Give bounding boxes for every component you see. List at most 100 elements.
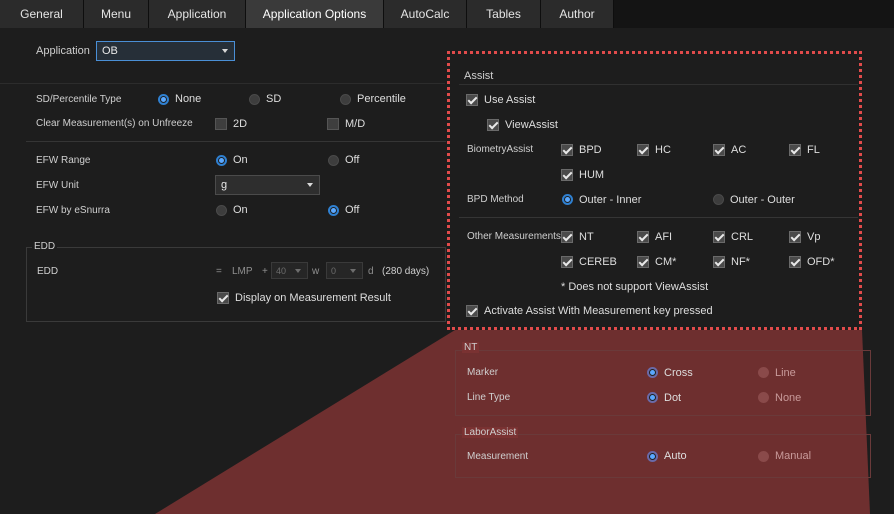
application-select[interactable]: OB (96, 41, 235, 61)
radio-outer-outer[interactable] (713, 194, 724, 205)
radio-percentile-label: Percentile (357, 93, 406, 105)
radio-efw-range-on-label: On (233, 154, 248, 166)
radio-esnurra-on-label: On (233, 204, 248, 216)
checkbox-fl[interactable] (789, 144, 801, 156)
display-edd-label: Display on Measurement Result (235, 292, 391, 304)
bpd-method-label: BPD Method (467, 194, 524, 205)
ofd-label: OFD* (807, 256, 835, 268)
checkbox-2d[interactable] (215, 118, 227, 130)
checkbox-crl[interactable] (713, 231, 725, 243)
checkbox-ac[interactable] (713, 144, 725, 156)
cm-label: CM* (655, 256, 677, 268)
checkbox-hc[interactable] (637, 144, 649, 156)
labor-assist-title: LaborAssist (462, 427, 519, 438)
radio-esnurra-off[interactable] (328, 205, 339, 216)
checkbox-vp[interactable] (789, 231, 801, 243)
radio-efw-range-on[interactable] (216, 155, 227, 166)
ac-label: AC (731, 144, 747, 156)
checkbox-nt[interactable] (561, 231, 573, 243)
hum-label: HUM (579, 169, 605, 181)
radio-line-none-label: None (775, 392, 802, 404)
checkbox-view-assist[interactable] (487, 119, 499, 131)
radio-outer-inner[interactable] (562, 194, 573, 205)
nt-label: NT (579, 231, 594, 243)
radio-sd[interactable] (249, 94, 260, 105)
radio-marker-cross[interactable] (647, 367, 658, 378)
checkbox-md[interactable] (327, 118, 339, 130)
efw-range-label: EFW Range (36, 155, 91, 166)
edd-weeks-value: 40 (276, 265, 287, 276)
edd-title: EDD (32, 241, 58, 252)
checkbox-use-assist[interactable] (466, 94, 478, 106)
labor-measurement-label: Measurement (467, 451, 529, 462)
checkbox-bpd[interactable] (561, 144, 573, 156)
sd-percentile-label: SD/Percentile Type (36, 94, 122, 105)
chevron-down-icon (350, 268, 356, 273)
line-type-label: Line Type (467, 392, 511, 403)
edd-days-select[interactable]: 0 (326, 262, 363, 279)
crl-label: CRL (731, 231, 754, 243)
tab-tables[interactable]: Tables (467, 0, 541, 28)
checkbox-cm[interactable] (637, 256, 649, 268)
fl-label: FL (807, 144, 820, 156)
hc-label: HC (655, 144, 671, 156)
application-select-value: OB (102, 45, 118, 57)
checkbox-cereb[interactable] (561, 256, 573, 268)
efw-unit-select[interactable]: g (215, 175, 320, 195)
tab-bar: General Menu Application Application Opt… (0, 0, 894, 28)
nt-panel (455, 350, 871, 416)
tab-author[interactable]: Author (541, 0, 614, 28)
radio-labor-auto[interactable] (647, 451, 658, 462)
divider (459, 217, 858, 218)
radio-marker-line[interactable] (758, 367, 769, 378)
radio-line-none[interactable] (758, 392, 769, 403)
radio-line-dot[interactable] (647, 392, 658, 403)
edd-plus: + (262, 266, 268, 277)
radio-labor-manual[interactable] (758, 451, 769, 462)
radio-efw-range-off-label: Off (345, 154, 360, 166)
divider (459, 84, 858, 85)
edd-d: d (368, 266, 374, 277)
checkbox-activate-assist[interactable] (466, 305, 478, 317)
checkbox-ofd[interactable] (789, 256, 801, 268)
application-label: Application (36, 45, 90, 57)
radio-sd-label: SD (266, 93, 282, 105)
edd-w: w (312, 266, 320, 277)
radio-line-dot-label: Dot (664, 392, 682, 404)
radio-efw-range-off[interactable] (328, 155, 339, 166)
nf-label: NF* (731, 256, 750, 268)
tab-application-options[interactable]: Application Options (246, 0, 384, 28)
chevron-down-icon (307, 183, 313, 187)
radio-labor-auto-label: Auto (664, 450, 687, 462)
afi-label: AFI (655, 231, 673, 243)
efw-esnurra-label: EFW by eSnurra (36, 205, 110, 216)
tab-autocalc[interactable]: AutoCalc (384, 0, 467, 28)
marker-label: Marker (467, 367, 499, 378)
edd-total: (280 days) (382, 266, 430, 277)
tab-menu[interactable]: Menu (84, 0, 149, 28)
checkbox-2d-label: 2D (233, 118, 248, 130)
radio-esnurra-on[interactable] (216, 205, 227, 216)
radio-percentile[interactable] (340, 94, 351, 105)
nt-title: NT (462, 342, 480, 353)
radio-none[interactable] (158, 94, 169, 105)
divider (0, 83, 445, 84)
checkbox-hum[interactable] (561, 169, 573, 181)
clear-measurement-label: Clear Measurement(s) on Unfreeze (36, 118, 193, 129)
efw-unit-value: g (221, 179, 228, 191)
edd-eq: = (216, 266, 222, 277)
radio-labor-manual-label: Manual (775, 450, 812, 462)
use-assist-label: Use Assist (484, 94, 536, 106)
checkbox-nf[interactable] (713, 256, 725, 268)
edd-days-value: 0 (331, 265, 337, 276)
bpd-label: BPD (579, 144, 602, 156)
checkbox-display-edd[interactable] (217, 292, 229, 304)
view-assist-label: ViewAssist (505, 119, 558, 131)
edd-weeks-select[interactable]: 40 (271, 262, 308, 279)
assist-title: Assist (464, 70, 494, 82)
tab-application[interactable]: Application (149, 0, 246, 28)
checkbox-afi[interactable] (637, 231, 649, 243)
tab-general[interactable]: General (0, 0, 84, 28)
chevron-down-icon (295, 268, 301, 273)
other-measurements-label: Other Measurements (467, 231, 561, 242)
